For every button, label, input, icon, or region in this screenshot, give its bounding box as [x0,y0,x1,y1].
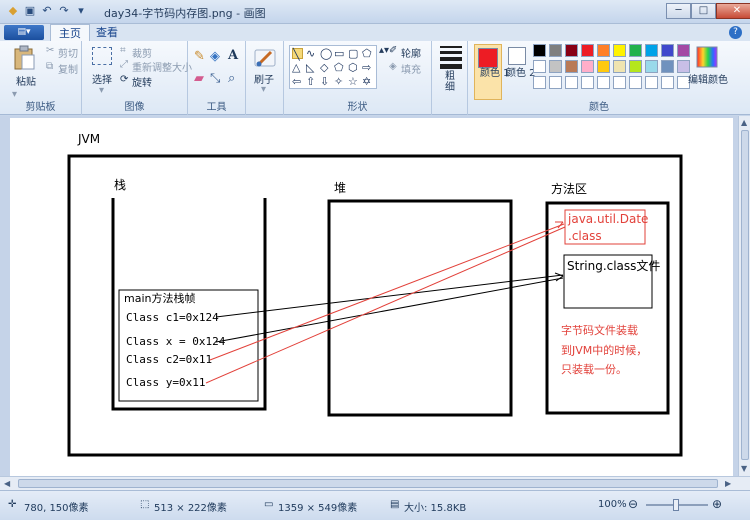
status-bar: ✛ 780, 150像素 ⬚ 513 × 222像素 ▭ 1359 × 549像… [0,490,750,520]
image-size-icon: ▭ [264,499,274,510]
var-c2: Class c2=0x11 [126,353,213,366]
scroll-left-icon[interactable]: ◀ [4,479,10,488]
horizontal-scrollbar[interactable]: ◀ ▶ [0,476,750,490]
var-x: Class x = 0x124 [126,335,226,348]
string-class-text: String.class文件 [567,259,661,273]
note-line1: 字节码文件装载 [561,324,638,337]
note-line3: 只装载一份。 [561,363,627,376]
selection-size-icon: ⬚ [140,499,150,510]
jvm-label: JVM [78,132,101,146]
file-size: 大小: 15.8KB [404,503,467,514]
zoom-slider[interactable] [646,499,708,511]
scroll-down-icon[interactable]: ▼ [741,464,747,473]
scroll-right-icon[interactable]: ▶ [725,479,731,488]
scroll-up-icon[interactable]: ▲ [741,118,747,127]
zoom-in-button[interactable]: ⊕ [712,497,722,511]
date-class-text-line1: java.util.Date [568,212,649,226]
heap-box [327,199,513,417]
zoom-out-button[interactable]: ⊖ [628,497,638,511]
stack-label: 栈 [114,178,127,192]
cursor-position: 780, 150像素 [24,503,89,514]
selection-size: 513 × 222像素 [154,503,227,514]
zoom-slider-thumb[interactable] [673,499,679,511]
cursor-position-icon: ✛ [8,499,17,510]
horizontal-scroll-thumb[interactable] [18,479,718,488]
note-line2: 到JVM中的时候， [561,344,648,357]
date-class-text-line2: .class [568,229,602,243]
vertical-scrollbar[interactable]: ▲ ▼ [738,116,750,476]
var-c1: Class c1=0x124 [126,311,219,324]
zoom-level: 100% [598,499,627,510]
string-arrow-head [554,272,564,282]
method-area-label: 方法区 [551,182,588,196]
vertical-scroll-thumb[interactable] [741,130,749,460]
stack-frame-title: main方法栈帧 [124,292,196,305]
file-size-icon: ▤ [390,499,400,510]
var-y: Class y=0x11 [126,376,206,389]
heap-label: 堆 [334,181,347,195]
image-size: 1359 × 549像素 [278,503,358,514]
